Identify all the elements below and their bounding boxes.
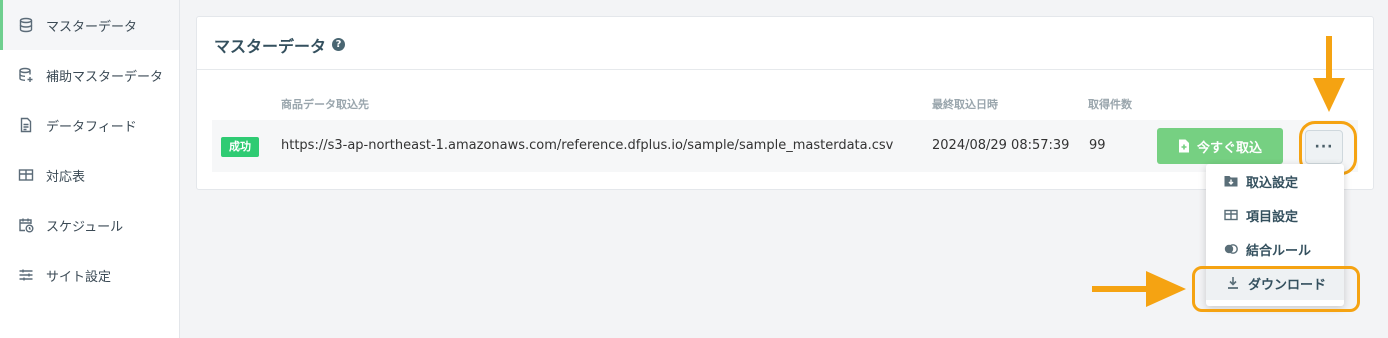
- sidebar-item-mapping-table[interactable]: 対応表: [0, 150, 179, 200]
- menu-item-label: 結合ルール: [1246, 243, 1312, 259]
- page-title: マスターデータ: [214, 37, 327, 56]
- sidebar-item-sub-master-data[interactable]: 補助マスターデータ: [0, 50, 179, 100]
- sidebar-item-master-data[interactable]: マスターデータ: [0, 0, 179, 50]
- column-header-source: 商品データ取込先: [281, 98, 369, 111]
- database-icon: [18, 17, 34, 33]
- ellipsis-icon: ···: [1314, 139, 1334, 155]
- menu-item-label: 項目設定: [1246, 209, 1299, 225]
- sidebar-item-label: マスターデータ: [46, 19, 138, 35]
- menu-item-field-settings[interactable]: 項目設定: [1206, 198, 1344, 232]
- sidebar-item-label: 対応表: [46, 169, 86, 185]
- sidebar: マスターデータ 補助マスターデータ データフィード 対応表 スケジュール サイト…: [0, 0, 180, 338]
- sidebar-item-schedule[interactable]: スケジュール: [0, 200, 179, 250]
- menu-item-merge-rules[interactable]: 結合ルール: [1206, 232, 1344, 266]
- annotation-arrow-right: [1092, 271, 1186, 307]
- sliders-icon: [18, 267, 34, 283]
- import-now-button[interactable]: 今すぐ取込: [1157, 128, 1283, 164]
- table-row: 成功 https://s3-ap-northeast-1.amazonaws.c…: [212, 120, 1358, 172]
- fetched-count: 99: [1089, 138, 1106, 153]
- column-header-last-import: 最終取込日時: [932, 98, 998, 111]
- options-dropdown-menu: 取込設定 項目設定 結合ルール ダウンロード: [1206, 164, 1344, 306]
- menu-item-download[interactable]: ダウンロード: [1206, 266, 1344, 300]
- last-import-datetime: 2024/08/29 08:57:39: [932, 138, 1070, 153]
- menu-item-label: ダウンロード: [1248, 277, 1327, 293]
- calendar-clock-icon: [18, 217, 34, 233]
- more-options-button[interactable]: ···: [1305, 130, 1343, 164]
- column-header-count: 取得件数: [1088, 98, 1132, 111]
- folder-download-icon: [1224, 176, 1238, 187]
- download-icon: [1228, 277, 1238, 289]
- import-now-label: 今すぐ取込: [1196, 140, 1262, 156]
- file-import-icon: [1178, 139, 1189, 153]
- document-icon: [18, 117, 34, 133]
- master-data-card: マスターデータ ? 商品データ取込先 最終取込日時 取得件数 成功 https:…: [196, 16, 1374, 190]
- card-header: マスターデータ ?: [197, 17, 1373, 70]
- sidebar-item-label: スケジュール: [46, 219, 124, 235]
- database-add-icon: [18, 67, 34, 83]
- merge-icon: [1224, 244, 1238, 254]
- sidebar-item-data-feed[interactable]: データフィード: [0, 100, 179, 150]
- sidebar-item-label: サイト設定: [46, 269, 112, 285]
- source-url: https://s3-ap-northeast-1.amazonaws.com/…: [281, 138, 894, 153]
- sidebar-item-label: 補助マスターデータ: [46, 69, 164, 85]
- table-icon: [18, 167, 34, 183]
- sidebar-item-site-settings[interactable]: サイト設定: [0, 250, 179, 300]
- menu-item-label: 取込設定: [1246, 175, 1299, 191]
- status-badge: 成功: [221, 137, 259, 157]
- sidebar-item-label: データフィード: [46, 119, 137, 135]
- help-icon[interactable]: ?: [332, 38, 345, 51]
- menu-item-import-settings[interactable]: 取込設定: [1206, 164, 1344, 198]
- table-icon: [1224, 209, 1238, 221]
